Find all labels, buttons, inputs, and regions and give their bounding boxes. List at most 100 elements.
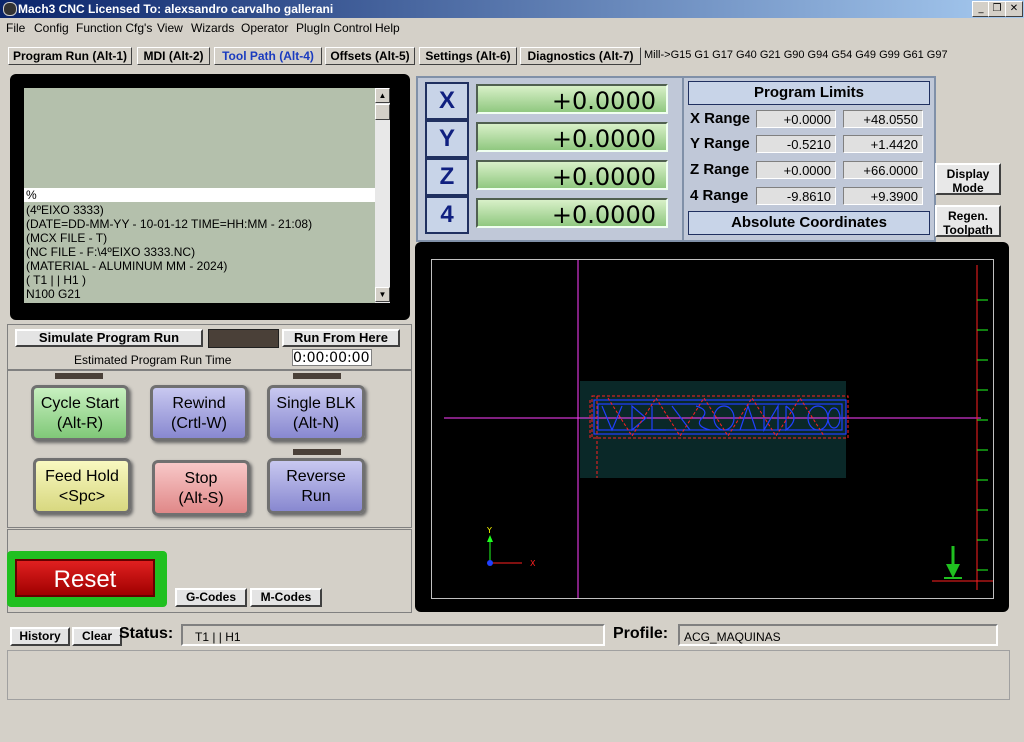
- gcode-line: (4ºEIXO 3333): [26, 203, 104, 217]
- modal-gcodes: Mill->G15 G1 G17 G40 G21 G90 G94 G54 G49…: [644, 49, 948, 61]
- close-icon[interactable]: ✕: [1005, 1, 1023, 17]
- reset-button[interactable]: Reset: [7, 551, 167, 607]
- scroll-up-icon[interactable]: ▲: [375, 88, 390, 103]
- dro-x-value[interactable]: +0.0000: [476, 84, 668, 115]
- single-blk-label: Single BLK: [276, 395, 356, 412]
- menu-plugin-control[interactable]: PlugIn Control: [296, 21, 372, 35]
- stop-label: Stop: [184, 470, 218, 487]
- dro-z-value[interactable]: +0.0000: [476, 160, 668, 191]
- reverse-run-button[interactable]: Reverse Run: [267, 458, 365, 514]
- 4-range-min: -9.8610: [756, 187, 836, 205]
- regen-label-1: Regen.: [947, 209, 988, 223]
- tool-position-arrow-icon: [944, 546, 962, 579]
- menu-config[interactable]: Config: [34, 21, 69, 35]
- z-range-label: Z Range: [690, 161, 750, 178]
- status-message: T1 | | H1: [181, 624, 605, 646]
- regen-label-2: Toolpath: [943, 223, 993, 237]
- single-blk-shortcut: (Alt-N): [292, 415, 340, 432]
- run-from-here-button[interactable]: Run From Here: [282, 329, 400, 347]
- tab-settings[interactable]: Settings (Alt-6): [419, 47, 517, 65]
- reverse-run-led: [293, 449, 341, 455]
- tab-offsets[interactable]: Offsets (Alt-5): [325, 47, 415, 65]
- axis-triad-icon: Y X: [486, 526, 536, 568]
- gcode-line: N100 G21: [26, 287, 81, 301]
- single-blk-led: [293, 373, 341, 379]
- gcode-line: (MATERIAL - ALUMINUM MM - 2024): [26, 259, 228, 273]
- gcode-line: (DATE=DD-MM-YY - 10-01-12 TIME=HH:MM - 2…: [26, 217, 313, 231]
- x-range-label: X Range: [690, 110, 751, 127]
- 4-range-label: 4 Range: [690, 187, 749, 204]
- cycle-start-button[interactable]: Cycle Start (Alt-R): [31, 385, 129, 441]
- dro-4-value[interactable]: +0.0000: [476, 198, 668, 229]
- feed-hold-shortcut: <Spc>: [58, 488, 106, 505]
- coordinate-mode: Absolute Coordinates: [688, 211, 930, 235]
- axis-4-label[interactable]: 4: [425, 196, 469, 234]
- menu-function-cfgs[interactable]: Function Cfg's: [76, 21, 152, 35]
- gcode-line: (NC FILE - F:\4ºEIXO 3333.NC): [26, 245, 196, 259]
- display-mode-button[interactable]: Display Mode: [935, 163, 1001, 195]
- display-mode-label-1: Display: [946, 167, 990, 181]
- feed-hold-label: Feed Hold: [45, 468, 119, 485]
- estimated-run-time-value: 0:00:00:00: [292, 349, 372, 366]
- program-limits-title: Program Limits: [688, 81, 930, 105]
- status-label: Status:: [119, 625, 174, 642]
- y-range-max: +1.4420: [843, 135, 923, 153]
- rewind-label: Rewind: [172, 395, 226, 412]
- title-bar: Mach3 CNC Licensed To: alexsandro carval…: [0, 0, 1024, 18]
- single-blk-button[interactable]: Single BLK (Alt-N): [267, 385, 365, 441]
- cycle-start-label: Cycle Start: [40, 395, 120, 412]
- regen-toolpath-button[interactable]: Regen. Toolpath: [935, 205, 1001, 237]
- z-range-min: +0.0000: [756, 161, 836, 179]
- stop-button[interactable]: Stop (Alt-S): [152, 460, 250, 516]
- simulate-program-run-button[interactable]: Simulate Program Run: [15, 329, 203, 347]
- reverse-run-label: Reverse: [286, 468, 346, 485]
- x-range-min: +0.0000: [756, 110, 836, 128]
- g-codes-button[interactable]: G-Codes: [175, 588, 247, 607]
- display-mode-label-2: Mode: [952, 181, 984, 195]
- tab-diagnostics[interactable]: Diagnostics (Alt-7): [520, 47, 641, 65]
- cycle-start-shortcut: (Alt-R): [56, 415, 104, 432]
- profile-label: Profile:: [613, 625, 669, 642]
- toolpath-view[interactable]: Y X: [431, 259, 994, 599]
- tab-tool-path[interactable]: Tool Path (Alt-4): [214, 47, 322, 65]
- svg-text:Y: Y: [486, 526, 492, 535]
- current-line-highlight: [24, 188, 375, 202]
- menu-view[interactable]: View: [157, 21, 183, 35]
- menu-operator[interactable]: Operator: [241, 21, 288, 35]
- ruler-right: [976, 265, 988, 590]
- window-title: Mach3 CNC Licensed To: alexsandro carval…: [18, 2, 334, 16]
- axis-x-label[interactable]: X: [425, 82, 469, 120]
- gcode-line: ( T1 | | H1 ): [26, 273, 87, 287]
- y-range-min: -0.5210: [756, 135, 836, 153]
- menu-bar: File Config Function Cfg's View Wizards …: [0, 18, 1024, 38]
- menu-help[interactable]: Help: [375, 21, 400, 35]
- scroll-thumb[interactable]: [375, 104, 390, 120]
- gcode-line: (MCX FILE - T): [26, 231, 108, 245]
- dro-y-value[interactable]: +0.0000: [476, 122, 668, 153]
- tab-mdi[interactable]: MDI (Alt-2): [137, 47, 210, 65]
- menu-file[interactable]: File: [6, 21, 25, 35]
- reverse-run-label-2: Run: [301, 488, 331, 505]
- rewind-button[interactable]: Rewind (Crtl-W): [150, 385, 248, 441]
- x-range-max: +48.0550: [843, 110, 923, 128]
- app-icon: [3, 2, 17, 16]
- menu-wizards[interactable]: Wizards: [191, 21, 234, 35]
- axis-z-label[interactable]: Z: [425, 158, 469, 196]
- clear-button[interactable]: Clear: [72, 627, 122, 646]
- axis-y-label[interactable]: Y: [425, 120, 469, 158]
- gcode-scrollbar[interactable]: ▲ ▼: [375, 88, 390, 303]
- tab-program-run[interactable]: Program Run (Alt-1): [8, 47, 132, 65]
- m-codes-button[interactable]: M-Codes: [250, 588, 322, 607]
- maximize-icon[interactable]: ❐: [988, 1, 1006, 17]
- scroll-down-icon[interactable]: ▼: [375, 287, 390, 302]
- reset-label: Reset: [15, 559, 155, 597]
- feed-hold-button[interactable]: Feed Hold <Spc>: [33, 458, 131, 514]
- y-range-label: Y Range: [690, 135, 750, 152]
- bottom-panel: [7, 650, 1010, 700]
- gcode-listing[interactable]: % (4ºEIXO 3333) (DATE=DD-MM-YY - 10-01-1…: [24, 88, 375, 303]
- cycle-start-led: [55, 373, 103, 379]
- profile-value: ACG_MAQUINAS: [678, 624, 998, 646]
- simulate-led: [208, 329, 279, 348]
- history-button[interactable]: History: [10, 627, 70, 646]
- stop-shortcut: (Alt-S): [178, 490, 224, 507]
